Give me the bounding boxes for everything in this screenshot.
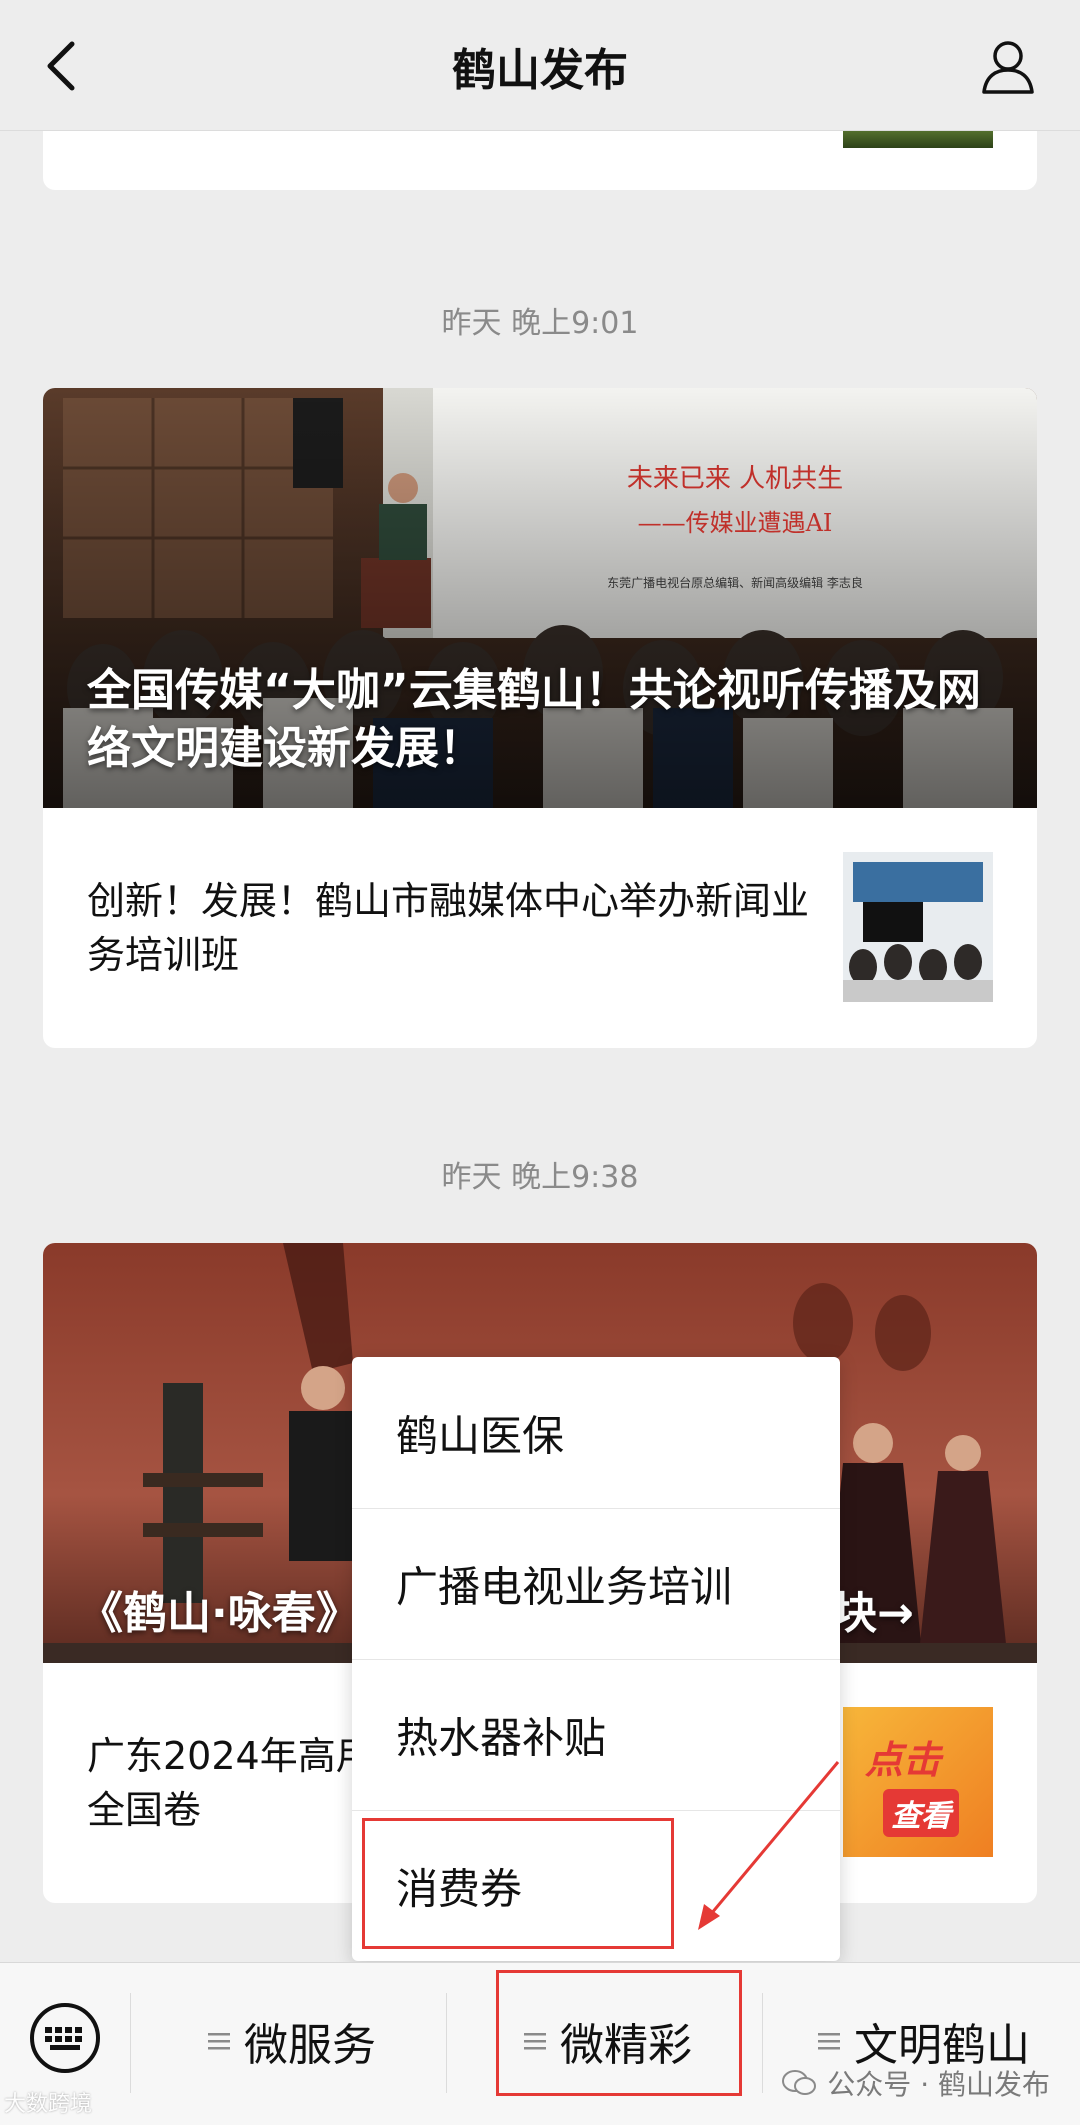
menu-tab-label: 微服务 [244,2020,376,2071]
article-hero[interactable]: 未来已来 人机共生 ——传媒业遭遇AI 东莞广播电视台原总编辑、新闻高级编辑 李… [43,388,1037,808]
submenu-item-label: 广播电视业务培训 [396,1562,733,1611]
menu-separator [446,1993,447,2093]
hamburger-icon [818,2033,840,2050]
highlight-box-weijingcai [496,1970,742,2096]
top-navigation-bar: 鹤山发布 [0,0,1080,131]
timestamp: 昨天 晚上9:38 [441,1160,639,1195]
article-title: 创新！发展！鹤山市融媒体中心举办新闻业务培训班 [87,879,810,977]
highlight-box-voucher [362,1818,674,1949]
corner-watermark: 大数跨境 [4,2092,93,2117]
submenu-item-label: 热水器补贴 [396,1713,607,1762]
timestamp: 昨天 晚上9:01 [441,306,639,341]
submenu-item-water-heater-subsidy[interactable]: 热水器补贴 [352,1659,840,1811]
official-account-watermark: 公众号 · 鹤山发布 [781,2063,1050,2103]
article-group-card: 未来已来 人机共生 ——传媒业遭遇AI 东莞广播电视台原总编辑、新闻高级编辑 李… [43,388,1037,1048]
hero-title-right: 块→ [833,1588,914,1639]
menu-separator [762,1993,763,2093]
submenu-item-label: 鹤山医保 [396,1411,565,1460]
menu-tab-civilized-heshan[interactable]: 文明鹤山 [818,2011,1030,2071]
menu-separator [130,1993,131,2093]
profile-icon[interactable] [978,36,1038,96]
article-list-item[interactable]: 创新！发展！鹤山市融媒体中心举办新闻业务培训班 [43,808,1037,1048]
article-thumbnail [843,852,993,1002]
wechat-icon [782,2070,817,2095]
article-title: 广东2024年高用全国卷 [87,1734,374,1832]
slide-line-3: 东莞广播电视台原总编辑、新闻高级编辑 李志良 [607,576,863,590]
hero-title-left: 《鹤山·咏春》 [79,1588,360,1639]
click-to-view-thumbnail: 点击 查看 [843,1707,993,1857]
slide-text: 未来已来 人机共生 ——传媒业遭遇AI 东莞广播电视台原总编辑、新闻高级编辑 李… [433,458,1037,591]
slide-line-2: ——传媒业遭遇AI [637,509,833,537]
thumbnail-label-2: 查看 [883,1789,959,1837]
submenu-item-heshan-medical-insurance[interactable]: 鹤山医保 [352,1357,840,1509]
menu-tab-wei-service[interactable]: 微服务 [208,2011,376,2071]
thumbnail-label-1: 点击 [865,1738,942,1782]
watermark-text: 公众号 · 鹤山发布 [827,2068,1050,2101]
hamburger-icon [208,2033,230,2050]
slide-line-1: 未来已来 人机共生 [626,464,844,494]
keyboard-toggle-icon[interactable] [28,2001,102,2075]
hero-title: 全国传媒“大咖”云集鹤山！共论视听传播及网络文明建设新发展！ [87,665,981,774]
submenu-item-broadcast-training[interactable]: 广播电视业务培训 [352,1508,840,1660]
page-title: 鹤山发布 [452,45,628,96]
